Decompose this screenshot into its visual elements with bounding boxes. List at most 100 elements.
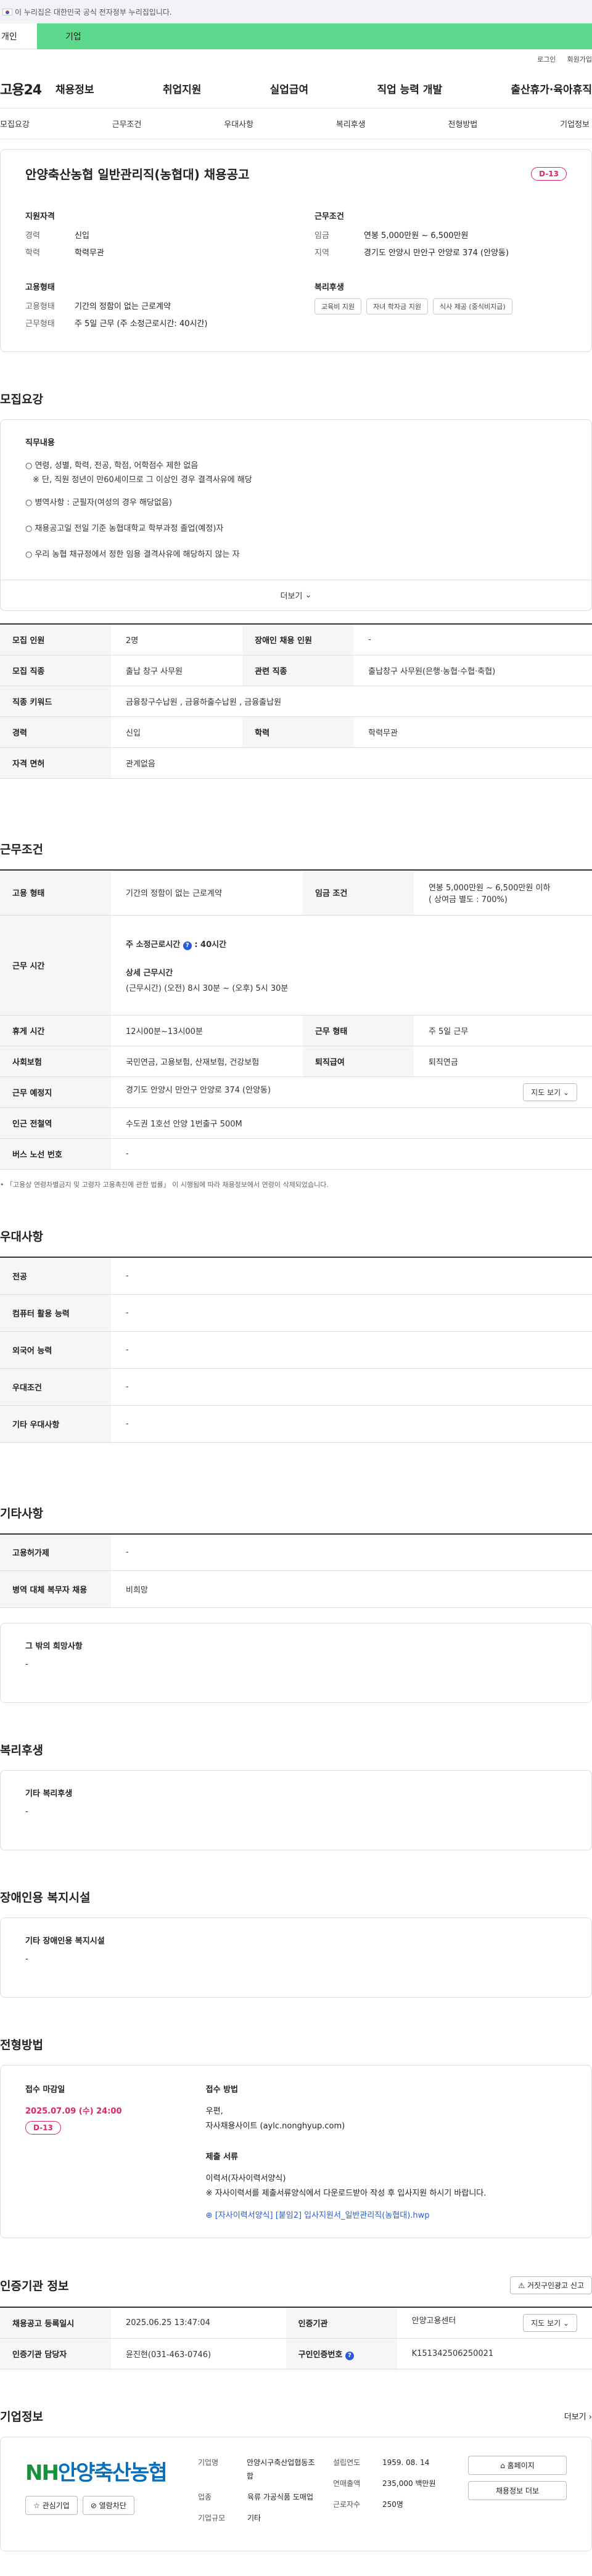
report-button[interactable]: ⚠ 거짓구인광고 신고 <box>510 2276 592 2294</box>
map-button[interactable]: 지도 보기 ⌄ <box>523 1083 577 1101</box>
interest-label: 관심기업 <box>42 2501 70 2510</box>
company-jobs-label: 채용정보 더보 <box>495 2487 540 2495</box>
company-more-link[interactable]: 더보기 › <box>564 2410 592 2422</box>
login-link[interactable]: 로그인 <box>537 54 556 64</box>
row-value: 윤진현(031-463-0746) <box>111 2338 286 2369</box>
row-value: - <box>111 1331 592 1369</box>
tab-company-info[interactable]: 기업정보 <box>560 118 590 129</box>
welfare-chip: 교육비 지원 <box>314 298 362 314</box>
row-label: 관련 직종 <box>242 655 354 686</box>
docs-line: ※ 자사이력서를 제출서류양식에서 다운로드받아 작성 후 입사지원 하시기 바… <box>205 2189 487 2198</box>
row-label: 전공 <box>0 1257 111 1295</box>
conditions-block: 근무조건 임금 연봉 5,000만원 ~ 6,500만원 지역 경기도 안양시 만안… <box>314 210 567 262</box>
job-description-line: ○ 우리 농협 채규정에서 정한 임용 결격사유에 해당하지 않는 자 <box>25 550 240 559</box>
map-button[interactable]: 지도 보기 ⌄ <box>523 2314 577 2332</box>
row-value: 기간의 정함이 없는 근로계약 <box>111 869 303 916</box>
row-label: 채용공고 등록일시 <box>0 2307 111 2339</box>
more-button[interactable]: 더보기 ⌄ <box>0 580 592 611</box>
map-button-label: 지도 보기 <box>531 1088 561 1097</box>
tab-personal[interactable]: 개인 <box>0 23 37 49</box>
disabled-facility-title: 기타 장애인용 복지시설 <box>25 1937 105 1946</box>
sales-label: 연매출액 <box>333 2479 361 2488</box>
homepage-label: 홈페이지 <box>507 2461 535 2470</box>
row-label: 고용 형태 <box>0 869 111 916</box>
tab-company[interactable]: 기업 <box>37 23 592 49</box>
user-type-tabs: 개인 기업 <box>0 23 592 49</box>
row-label: 기타 우대사항 <box>0 1405 111 1443</box>
table-row: 모집 직종 출납 창구 사무원 관련 직종 출납창구 사무원(은행·농협·수협·축협… <box>0 655 592 686</box>
method-line: 자사채용사이트 (aylc.nonghyup.com) <box>205 2122 345 2131</box>
row-value: 2명 <box>111 624 243 655</box>
section-title-welfare: 복리후생 <box>0 1744 43 1757</box>
job-description-box: 직무내용 ○ 연령, 성별, 학력, 전공, 학점, 어학점수 제한 없음 ※ … <box>0 419 592 580</box>
row-label: 인증기관 담당자 <box>0 2338 111 2369</box>
gnb-item-jobs[interactable]: 채용정보 <box>56 81 94 96</box>
info-icon[interactable]: ? <box>183 941 192 950</box>
table-row: 기타 우대사항 - <box>0 1405 592 1443</box>
attachment-link[interactable]: ⊕ [자사이력서양식] [붙임2] 입사지원서_일반관리직(농협대).hwp <box>206 2209 567 2220</box>
info-icon[interactable]: ? <box>345 2351 354 2360</box>
home-icon: ⌂ <box>500 2461 505 2470</box>
row-value: K151342506250021 <box>397 2338 592 2369</box>
welfare-chip: 식사 제공 (중식비지급) <box>432 298 512 314</box>
tab-welfare[interactable]: 복리후생 <box>336 118 366 129</box>
table-row: 우대조건 - <box>0 1368 592 1406</box>
company-jobs-button[interactable]: 채용정보 더보 <box>468 2481 567 2500</box>
qual-edu-value: 학력무관 <box>75 248 104 258</box>
row-value: - <box>111 1405 592 1443</box>
gov-banner-text: 이 누리집은 대한민국 공식 전자정부 누리집입니다. <box>15 7 172 17</box>
table-row: 인증기관 담당자 윤진현(031-463-0746) 구인인증번호 ? K1513… <box>0 2338 592 2369</box>
bonus-value: ( 상여금 별도 : 700%) <box>428 895 508 904</box>
join-link[interactable]: 회원가입 <box>567 54 592 64</box>
qual-career-value: 신입 <box>75 231 89 240</box>
job-description-line: ※ 단, 직원 정년이 만60세이므로 그 이상인 경우 결격사유에 해당 <box>33 475 252 485</box>
table-row: 모집 인원 2명 장애인 채용 인원 - <box>0 624 592 655</box>
dday-badge: D-13 <box>531 166 567 181</box>
qualification-title: 지원자격 <box>25 212 55 221</box>
gnb-item-unemployment[interactable]: 실업급여 <box>270 81 309 96</box>
more-label: 더보기 <box>280 592 303 601</box>
block-button[interactable]: ⊘ 열람차단 <box>82 2496 134 2515</box>
tab-conditions[interactable]: 근무조건 <box>112 118 142 129</box>
wage-value: 연봉 5,000만원 ~ 6,500만원 이하 <box>428 883 551 893</box>
tab-selection[interactable]: 전형방법 <box>448 118 478 129</box>
emp-type-value: 기간의 정함이 없는 근로계약 <box>75 302 171 311</box>
job-title: 안양축산농협 일반관리직(농협대) 채용공고 <box>25 167 250 182</box>
hours-detail-title: 상세 근무시간 <box>126 968 173 978</box>
other-wishes-title: 그 밖의 희망사항 <box>25 1642 83 1651</box>
gnb-item-parental-leave[interactable]: 출산휴가·육아휴직 <box>511 81 592 96</box>
staff-value: 250명 <box>382 2500 403 2509</box>
row-value: 2025.06.25 13:47:04 <box>111 2307 286 2339</box>
row-label: 사회보험 <box>0 1046 111 1077</box>
tab-preference[interactable]: 우대사항 <box>224 118 253 129</box>
table-row: 직종 키워드 금융창구수납원 , 금융하출수납원 , 금융출납원 <box>0 686 592 717</box>
site-logo[interactable]: 고용24 <box>0 79 56 99</box>
section-title-cert: 인증기관 정보 <box>0 2279 69 2293</box>
row-value: 비희망 <box>111 1570 592 1608</box>
row-value: 12시00분~13시00분 <box>111 1015 303 1046</box>
sales-value: 235,000 백만원 <box>382 2479 436 2488</box>
row-value: 수도권 1호선 안양 1번출구 500M <box>111 1107 592 1139</box>
section-title-company: 기업정보 <box>0 2410 43 2424</box>
table-row: 휴게 시간 12시00분~13시00분 근무 형태 주 5일 근무 <box>0 1015 592 1046</box>
company-industry-value: 육류 가공식품 도매업 <box>247 2493 313 2501</box>
qual-career-label: 경력 <box>25 231 40 240</box>
row-label: 직종 키워드 <box>0 686 111 717</box>
interest-button[interactable]: ☆ 관심기업 <box>25 2496 78 2515</box>
section-title-conditions: 근무조건 <box>0 842 43 856</box>
staff-label: 근로자수 <box>333 2500 361 2509</box>
section-title-recruit: 모집요강 <box>0 393 43 406</box>
cond-region-label: 지역 <box>314 248 329 258</box>
cond-region-value: 경기도 안양시 만안구 안양로 374 (안양동) <box>364 248 509 258</box>
founded-label: 설립연도 <box>333 2458 361 2467</box>
gnb-menu: 채용정보 취업지원 실업급여 직업 능력 개발 출산휴가·육아휴직 <box>56 81 592 96</box>
korea-flag-icon <box>2 8 12 15</box>
section-title-preference: 우대사항 <box>0 1230 43 1244</box>
gnb-item-employment-support[interactable]: 취업지원 <box>163 81 202 96</box>
job-summary-card: 안양축산농협 일반관리직(농협대) 채용공고 D-13 지원자격 경력 신입 학력… <box>0 149 592 352</box>
deadline-value: 2025.07.09 (수) 24:00 <box>25 2107 122 2116</box>
tab-recruit[interactable]: 모집요강 <box>0 118 30 129</box>
gnb-item-training[interactable]: 직업 능력 개발 <box>377 81 442 96</box>
homepage-button[interactable]: ⌂ 홈페이지 <box>468 2456 567 2475</box>
section-title-selection: 전형방법 <box>0 2038 43 2052</box>
